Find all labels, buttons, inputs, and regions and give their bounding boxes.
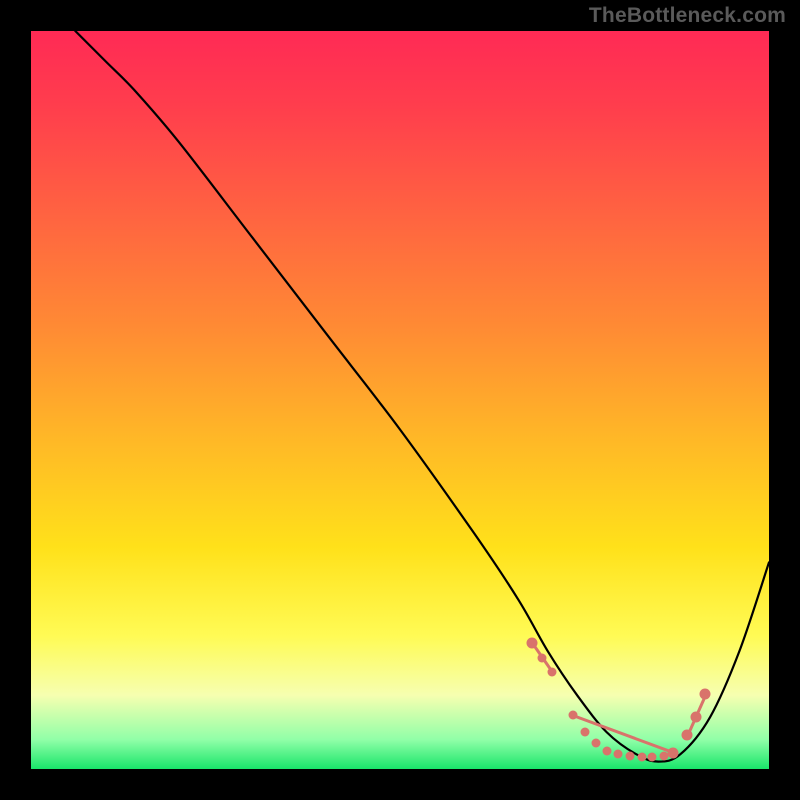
plot-area [31, 31, 769, 769]
data-marker [614, 750, 623, 759]
data-marker [626, 751, 635, 760]
marker-layer [31, 31, 769, 769]
data-marker [602, 746, 611, 755]
watermark-text: TheBottleneck.com [589, 4, 786, 28]
data-marker [648, 753, 657, 762]
chart-stage: TheBottleneck.com [0, 0, 800, 800]
data-marker [638, 753, 647, 762]
data-marker [580, 728, 589, 737]
marker-segment [531, 642, 555, 675]
marker-segment [684, 692, 707, 740]
data-marker [591, 739, 600, 748]
